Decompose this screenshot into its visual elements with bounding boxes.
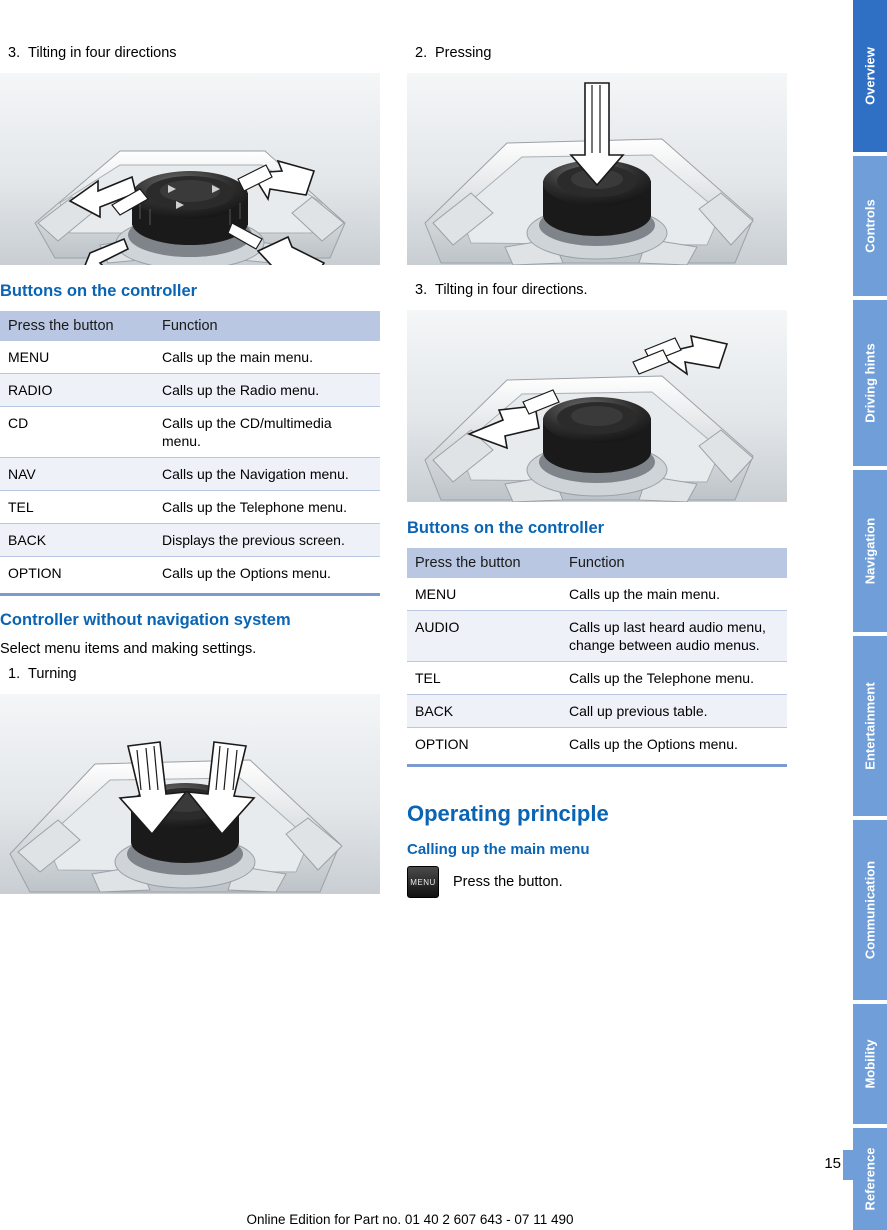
footer-text: Online Edition for Part no. 01 40 2 607 …	[246, 1212, 574, 1227]
step-number: 2.	[415, 45, 428, 61]
button-name: OPTION	[8, 565, 62, 581]
tab-label: Entertainment	[862, 682, 878, 770]
section-tab-rail: Overview Controls Driving hints Navigati…	[853, 0, 887, 1230]
table-row: OPTION Calls up the Options menu.	[407, 728, 787, 761]
table-row: BACK Call up previous table.	[407, 694, 787, 728]
tab-label: Overview	[862, 47, 878, 105]
column-header-press-the-button: Press the button	[0, 311, 154, 341]
heading-calling-up-the-main-menu: Calling up the main menu	[407, 841, 590, 858]
button-function: Displays the previous screen.	[154, 523, 380, 557]
manual-page: 3. Tilting in four directions Buttons on…	[0, 0, 887, 1230]
table-row: TEL Calls up the Telephone menu.	[407, 661, 787, 695]
sidebar-item-controls[interactable]: Controls	[853, 156, 887, 296]
column-header-function: Function	[561, 548, 787, 578]
button-name: BACK	[0, 523, 154, 557]
menu-button-icon[interactable]: MENU	[407, 866, 439, 898]
tab-label: Communication	[862, 860, 878, 960]
left-column: 3. Tilting in four directions Buttons on…	[0, 44, 380, 910]
step-3-tilting-right: 3. Tilting in four directions.	[407, 281, 787, 300]
button-function: Calls up the CD/multimedia menu.	[154, 406, 380, 458]
button-function: Calls up the Telephone menu.	[561, 661, 787, 695]
step-text: Tilting in four directions	[28, 45, 177, 61]
intro-paragraph: Select menu items and making settings.	[0, 641, 257, 657]
buttons-table-left: Press the button Function MENU Calls up …	[0, 311, 380, 589]
button-function: Calls up the main menu.	[154, 341, 380, 374]
sidebar-item-driving-hints[interactable]: Driving hints	[853, 300, 887, 466]
table-row: NAV Calls up the Navigation menu.	[0, 457, 380, 491]
tab-label: Mobility	[862, 1039, 878, 1089]
tab-label: Driving hints	[862, 343, 878, 423]
tab-label: Reference	[862, 1147, 878, 1211]
step-1-turning: 1. Turning	[0, 665, 380, 684]
button-function: Calls up last heard audio menu, change b…	[561, 610, 787, 662]
button-name: OPTION	[415, 736, 469, 752]
button-function: Calls up the main menu.	[561, 578, 787, 611]
table-row: TEL Calls up the Telephone menu.	[0, 490, 380, 524]
button-function: Calls up the Options menu.	[162, 565, 331, 581]
table-row: OPTION Calls up the Options menu.	[0, 557, 380, 590]
button-name: NAV	[0, 457, 154, 491]
step-text: Pressing	[435, 45, 492, 61]
button-function: Calls up the Telephone menu.	[154, 490, 380, 524]
button-name: MENU	[407, 578, 561, 611]
step-number: 1.	[8, 666, 21, 682]
step-number: 3.	[415, 282, 428, 298]
controller-turning-illustration	[0, 694, 380, 894]
table-end-rule	[407, 764, 787, 767]
button-name: BACK	[407, 694, 561, 728]
button-function: Calls up the Radio menu.	[154, 373, 380, 407]
table-row: CD Calls up the CD/multimedia menu.	[0, 406, 380, 458]
sidebar-item-overview[interactable]: Overview	[853, 0, 887, 152]
button-function: Call up previous table.	[561, 694, 787, 728]
button-name: TEL	[407, 661, 561, 695]
table-end-rule	[0, 593, 380, 596]
page-marker	[843, 1150, 853, 1180]
sidebar-item-mobility[interactable]: Mobility	[853, 1004, 887, 1124]
table-row: RADIO Calls up the Radio menu.	[0, 373, 380, 407]
controller-tilt-four-directions-illustration	[0, 73, 380, 265]
button-name: AUDIO	[407, 610, 561, 662]
sidebar-item-navigation[interactable]: Navigation	[853, 470, 887, 632]
table-header-row: Press the button Function	[407, 548, 787, 578]
button-name: RADIO	[0, 373, 154, 407]
button-name: MENU	[0, 341, 154, 374]
page-number: 15	[824, 1155, 841, 1172]
step-3-tilting: 3. Tilting in four directions	[0, 44, 380, 63]
menu-key-label: MENU	[410, 877, 436, 887]
column-header-function: Function	[154, 311, 380, 341]
step-2-pressing: 2. Pressing	[407, 44, 787, 63]
controller-tilt-four-directions-illustration-2	[407, 310, 787, 502]
heading-buttons-on-controller-right: Buttons on the controller	[407, 519, 605, 537]
tab-label: Navigation	[862, 517, 878, 585]
button-function: Calls up the Navigation menu.	[154, 457, 380, 491]
heading-controller-without-navigation-system: Controller without navigation system	[0, 611, 291, 629]
heading-buttons-on-controller-left: Buttons on the controller	[0, 282, 198, 300]
buttons-table-right: Press the button Function MENU Calls up …	[407, 548, 787, 760]
step-text: Turning	[28, 666, 77, 682]
button-name: CD	[0, 406, 154, 458]
table-row: BACK Displays the previous screen.	[0, 523, 380, 557]
step-text: Tilting in four directions.	[435, 282, 588, 298]
table-row: MENU Calls up the main menu.	[0, 341, 380, 374]
table-row: MENU Calls up the main menu.	[407, 578, 787, 611]
menu-button-instruction-row: MENU Press the button.	[407, 866, 787, 898]
menu-instruction-text: Press the button.	[453, 874, 563, 890]
step-number: 3.	[8, 45, 21, 61]
heading-operating-principle: Operating principle	[407, 801, 609, 826]
right-column: 2. Pressing 3. Tilting in four direction…	[407, 44, 787, 898]
sidebar-item-entertainment[interactable]: Entertainment	[853, 636, 887, 816]
button-function: Calls up the Options menu.	[569, 736, 738, 752]
table-header-row: Press the button Function	[0, 311, 380, 341]
table-row: AUDIO Calls up last heard audio menu, ch…	[407, 610, 787, 662]
tab-label: Controls	[862, 199, 878, 253]
sidebar-item-reference[interactable]: Reference	[853, 1128, 887, 1230]
controller-pressing-illustration	[407, 73, 787, 265]
sidebar-item-communication[interactable]: Communication	[853, 820, 887, 1000]
button-name: TEL	[0, 490, 154, 524]
column-header-press-the-button: Press the button	[407, 548, 561, 578]
